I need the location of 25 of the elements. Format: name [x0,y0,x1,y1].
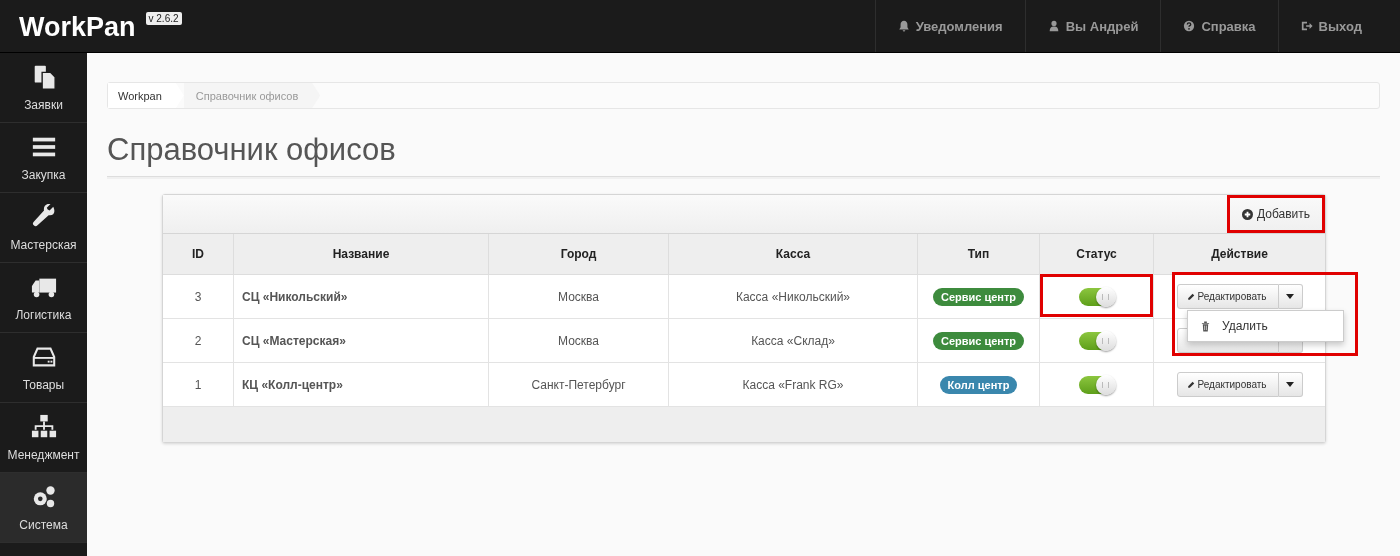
table-cell: 3 [163,274,234,319]
column-header: Действие [1153,234,1325,275]
table-cell: КЦ «Колл-центр» [233,362,489,407]
table-cell: Касса «Frank RG» [668,362,918,407]
table-cell: Санкт-Петербург [488,362,669,407]
column-header: Статус [1039,234,1154,275]
type-tag: Колл центр [939,375,1018,394]
version-badge: v 2.6.2 [145,12,182,25]
table-cell: СЦ «Мастерская» [233,318,489,363]
table-cell: Москва [488,274,669,319]
column-header: Город [488,234,669,275]
table-cell: 1 [163,362,234,407]
table-cell: Касса «Никольский» [668,274,918,319]
table-cell: СЦ «Никольский» [233,274,489,319]
type-tag: Сервис центр [932,287,1025,306]
column-header: ID [163,234,234,275]
column-header: Название [233,234,489,275]
table-cell: 2 [163,318,234,363]
page-title: Справочник офисов [107,132,1380,177]
logo: WorkPan [19,11,136,43]
table-cell: Касса «Склад» [668,318,918,363]
table-cell: Москва [488,318,669,363]
column-header: Касса [668,234,918,275]
type-tag: Сервис центр [932,331,1025,350]
column-header: Тип [917,234,1040,275]
